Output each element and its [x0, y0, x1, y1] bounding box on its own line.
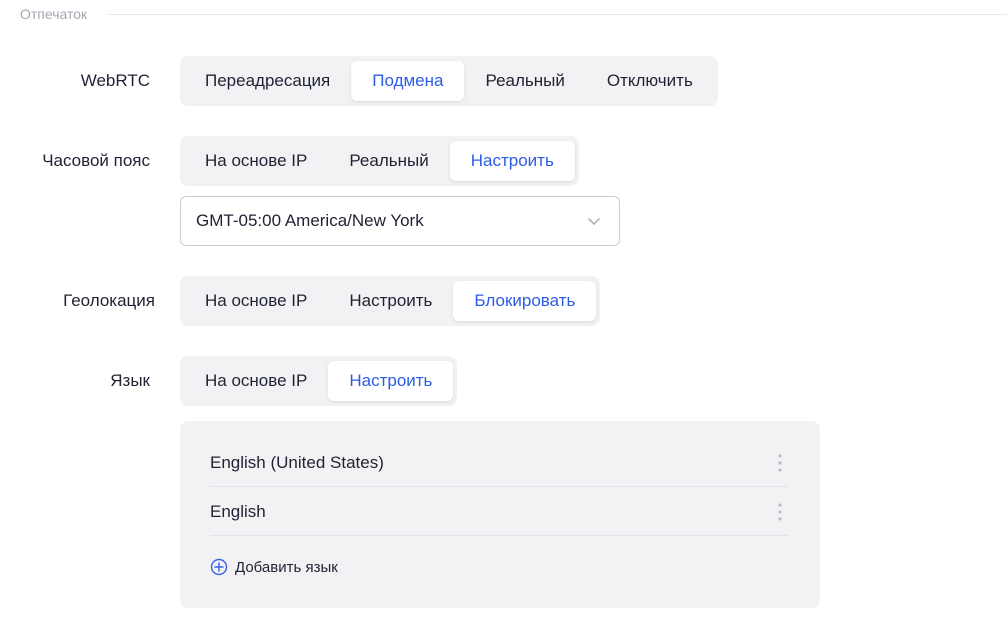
chevron-down-icon: [588, 218, 600, 225]
plus-circle-icon: [210, 558, 228, 576]
section-divider: [108, 14, 1007, 15]
language-option-ip[interactable]: На основе IP: [184, 361, 328, 401]
timezone-label: Часовой пояс: [42, 151, 150, 170]
drag-handle-icon[interactable]: [778, 503, 782, 521]
add-language-button[interactable]: Добавить язык: [210, 557, 338, 577]
webrtc-option-redirect[interactable]: Переадресация: [184, 61, 351, 101]
fingerprint-section-header: Отпечаток: [0, 0, 1007, 28]
webrtc-segmented-control: Переадресация Подмена Реальный Отключить: [180, 56, 718, 106]
language-list-panel: English (United States) English Добавить…: [180, 421, 820, 608]
geolocation-option-block[interactable]: Блокировать: [453, 281, 597, 321]
webrtc-option-disable[interactable]: Отключить: [586, 61, 714, 101]
timezone-select-value: GMT-05:00 America/New York: [196, 211, 424, 230]
webrtc-option-replace[interactable]: Подмена: [351, 61, 465, 101]
timezone-select[interactable]: GMT-05:00 America/New York: [180, 196, 620, 246]
drag-handle-icon[interactable]: [778, 454, 782, 472]
webrtc-label: WebRTC: [80, 71, 150, 90]
language-option-custom[interactable]: Настроить: [328, 361, 454, 401]
timezone-option-custom[interactable]: Настроить: [449, 141, 575, 181]
language-name: English: [210, 502, 266, 521]
geolocation-option-custom[interactable]: Настроить: [328, 281, 453, 321]
timezone-option-ip[interactable]: На основе IP: [184, 141, 328, 181]
geolocation-option-ip[interactable]: На основе IP: [184, 281, 328, 321]
timezone-option-real[interactable]: Реальный: [328, 141, 449, 181]
section-title: Отпечаток: [20, 6, 88, 22]
add-language-label: Добавить язык: [235, 558, 338, 576]
timezone-segmented-control: На основе IP Реальный Настроить: [180, 136, 579, 186]
language-segmented-control: На основе IP Настроить: [180, 356, 458, 406]
geolocation-segmented-control: На основе IP Настроить Блокировать: [180, 276, 601, 326]
webrtc-option-real[interactable]: Реальный: [464, 61, 585, 101]
geolocation-label: Геолокация: [63, 291, 155, 310]
list-item: English: [210, 487, 788, 536]
list-item: English (United States): [210, 438, 788, 487]
language-label: Язык: [110, 371, 150, 390]
language-name: English (United States): [210, 453, 384, 472]
